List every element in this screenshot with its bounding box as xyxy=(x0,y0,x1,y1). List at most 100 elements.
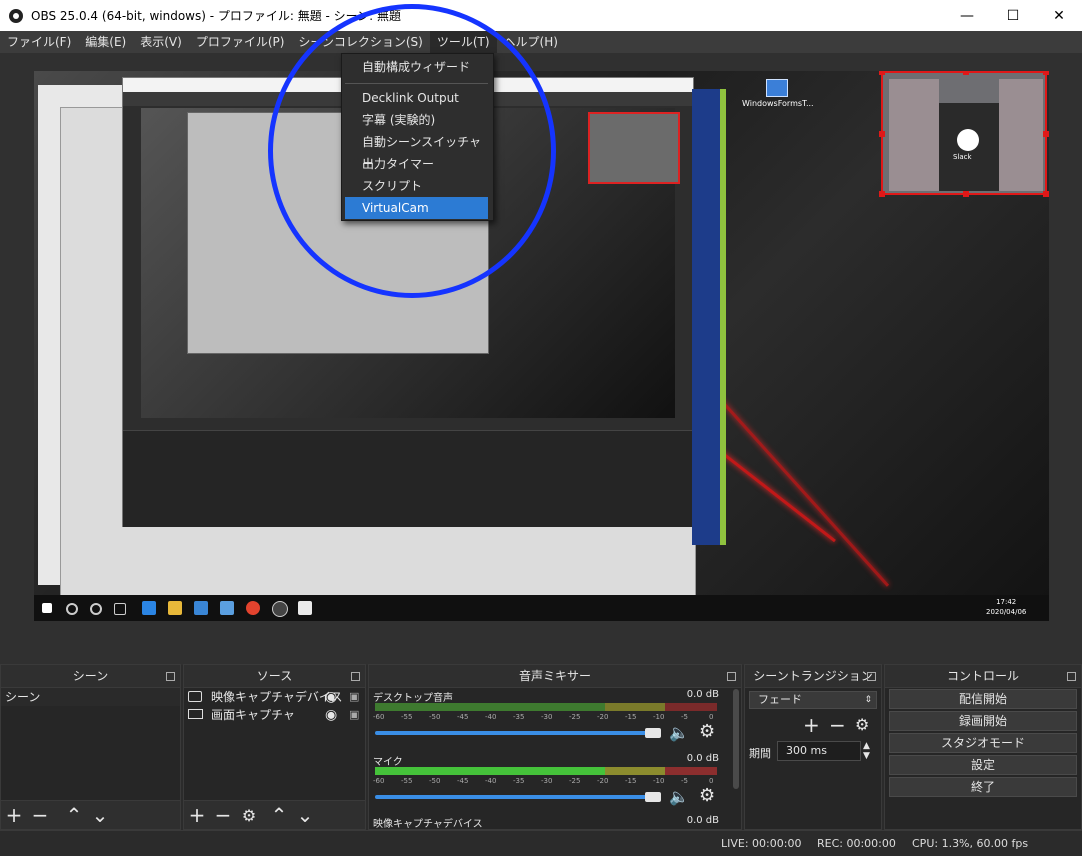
menu-scene-collection[interactable]: シーンコレクション(S) xyxy=(291,31,429,53)
resize-handle[interactable] xyxy=(879,71,885,75)
resize-handle[interactable] xyxy=(1043,131,1049,137)
resize-handle[interactable] xyxy=(963,191,969,197)
speaker-icon[interactable]: 🔈 xyxy=(669,723,689,742)
duration-label: 期間 xyxy=(749,747,771,760)
start-recording-button[interactable]: 録画開始 xyxy=(889,711,1077,731)
studio-mode-button[interactable]: スタジオモード xyxy=(889,733,1077,753)
gear-icon[interactable]: ⚙ xyxy=(699,721,715,742)
mixer-scrollbar[interactable] xyxy=(733,689,739,789)
add-icon[interactable]: + xyxy=(184,802,210,828)
edge-icon xyxy=(142,601,156,615)
menu-item-output-timer[interactable]: 出力タイマー xyxy=(345,153,488,175)
move-down-icon[interactable]: ⌄ xyxy=(292,802,318,828)
transition-select[interactable]: フェード ⇕ xyxy=(749,691,877,709)
resize-handle[interactable] xyxy=(1043,191,1049,197)
menu-help[interactable]: ヘルプ(H) xyxy=(497,31,565,53)
scenes-dock: シーン シーン + − ⌃ ⌄ xyxy=(0,664,181,830)
channel-name: 映像キャプチャデバイス xyxy=(373,819,483,830)
remove-icon[interactable]: − xyxy=(829,713,846,737)
spinbox-arrows-icon[interactable]: ▲ ▼ xyxy=(863,741,870,761)
gear-icon[interactable]: ⚙ xyxy=(855,715,869,734)
menu-file[interactable]: ファイル(F) xyxy=(0,31,78,53)
volume-slider-knob[interactable] xyxy=(645,728,661,738)
title-bar: OBS 25.0.4 (64-bit, windows) - プロファイル: 無… xyxy=(0,0,1082,31)
menu-item-captions[interactable]: 字幕 (実験的) xyxy=(345,109,488,131)
audio-mixer-title: 音声ミキサー xyxy=(518,669,591,683)
menu-view[interactable]: 表示(V) xyxy=(133,31,189,53)
resize-handle[interactable] xyxy=(963,71,969,75)
float-icon[interactable] xyxy=(727,672,736,681)
menu-item-scripts[interactable]: スクリプト xyxy=(345,175,488,197)
gear-icon[interactable]: ⚙ xyxy=(236,802,262,828)
desktop-icon[interactable]: WindowsFormsT... xyxy=(742,79,814,119)
remove-icon[interactable]: − xyxy=(27,802,53,828)
menu-tools[interactable]: ツール(T) xyxy=(429,31,497,53)
settings-button[interactable]: 設定 xyxy=(889,755,1077,775)
exit-button[interactable]: 終了 xyxy=(889,777,1077,797)
add-icon[interactable]: + xyxy=(803,713,820,737)
clock-time: 17:42 xyxy=(996,598,1017,606)
resize-handle[interactable] xyxy=(879,191,885,197)
scene-item-label: シーン xyxy=(5,690,41,704)
meter-scale: -60 -55 -50 -45 -40 -35 -30 -25 -20 -15 -10 -5 0 xyxy=(373,713,714,721)
menu-item-decklink-output[interactable]: Decklink Output xyxy=(345,87,488,109)
menu-separator xyxy=(345,83,488,84)
chrome-icon xyxy=(246,601,260,615)
slack-icon xyxy=(957,129,979,151)
lock-icon[interactable]: ▣ xyxy=(349,706,359,724)
remove-icon[interactable]: − xyxy=(210,802,236,828)
app-icon xyxy=(220,601,234,615)
move-up-icon[interactable]: ⌃ xyxy=(61,802,87,828)
webcam-source[interactable]: Slack xyxy=(879,71,1049,197)
speaker-icon[interactable]: 🔈 xyxy=(669,787,689,806)
menu-profile[interactable]: プロファイル(P) xyxy=(189,31,292,53)
maximize-button[interactable]: ☐ xyxy=(990,0,1036,31)
gear-icon[interactable]: ⚙ xyxy=(699,785,715,806)
close-button[interactable]: ✕ xyxy=(1036,0,1082,31)
source-item-video-capture[interactable]: 映像キャプチャデバイス ◉ ▣ xyxy=(184,688,365,706)
resize-handle[interactable] xyxy=(879,131,885,137)
duration-input[interactable]: 300 ms xyxy=(777,741,861,761)
controls-dock: コントロール 配信開始 録画開始 スタジオモード 設定 終了 xyxy=(884,664,1082,830)
menu-bar: ファイル(F) 編集(E) 表示(V) プロファイル(P) シーンコレクション(… xyxy=(0,31,1082,53)
resize-handle[interactable] xyxy=(1043,71,1049,75)
obs-logo-icon xyxy=(9,8,23,23)
source-item-display-capture[interactable]: 画面キャプチャ ◉ ▣ xyxy=(184,706,365,724)
move-up-icon[interactable]: ⌃ xyxy=(266,802,292,828)
move-down-icon[interactable]: ⌄ xyxy=(87,802,113,828)
mixer-channel-desktop: デスクトップ音声 0.0 dB -60 -55 -50 -45 -40 -35 -30 -25… xyxy=(369,687,733,751)
volume-meter xyxy=(375,767,717,775)
menu-item-auto-config-wizard[interactable]: 自動構成ウィザード xyxy=(345,56,488,78)
lock-icon[interactable]: ▣ xyxy=(349,688,359,706)
menu-item-virtualcam[interactable]: VirtualCam xyxy=(345,197,488,219)
visibility-eye-icon[interactable]: ◉ xyxy=(325,688,337,706)
scene-transitions-dock: シーントランジション フェード ⇕ + − ⚙ 期間 300 ms ▲ ▼ xyxy=(744,664,882,830)
volume-slider[interactable] xyxy=(375,795,659,799)
add-icon[interactable]: + xyxy=(1,802,27,828)
volume-slider-knob[interactable] xyxy=(645,792,661,802)
float-icon[interactable] xyxy=(1067,672,1076,681)
sources-toolbar: + − ⚙ ⌃ ⌄ xyxy=(184,800,365,829)
float-icon[interactable] xyxy=(351,672,360,681)
channel-db: 0.0 dB xyxy=(686,689,719,700)
monitor-icon xyxy=(188,709,203,719)
scene-list-item[interactable]: シーン xyxy=(1,688,180,706)
menu-item-auto-scene-switcher[interactable]: 自動シーンスイッチャー xyxy=(345,131,488,171)
preview-area[interactable]: WindowsFormsT... Slack 17:42 2020/04/06 xyxy=(0,53,1082,665)
sources-dock-title: ソース xyxy=(256,669,293,683)
preview-canvas[interactable]: WindowsFormsT... Slack 17:42 2020/04/06 xyxy=(34,71,1049,621)
start-streaming-button[interactable]: 配信開始 xyxy=(889,689,1077,709)
mail-icon xyxy=(194,601,208,615)
menu-edit[interactable]: 編集(E) xyxy=(78,31,133,53)
explorer-icon xyxy=(168,601,182,615)
scenes-toolbar: + − ⌃ ⌄ xyxy=(1,800,180,829)
volume-slider[interactable] xyxy=(375,731,659,735)
channel-name: デスクトップ音声 xyxy=(373,693,453,704)
clock-date: 2020/04/06 xyxy=(986,608,1027,616)
window-title: OBS 25.0.4 (64-bit, windows) - プロファイル: 無… xyxy=(31,9,401,23)
float-icon[interactable] xyxy=(166,672,175,681)
float-icon[interactable] xyxy=(867,672,876,681)
minimize-button[interactable]: — xyxy=(944,0,990,31)
visibility-eye-icon[interactable]: ◉ xyxy=(325,706,337,724)
windows-taskbar: 17:42 2020/04/06 xyxy=(34,595,1049,621)
